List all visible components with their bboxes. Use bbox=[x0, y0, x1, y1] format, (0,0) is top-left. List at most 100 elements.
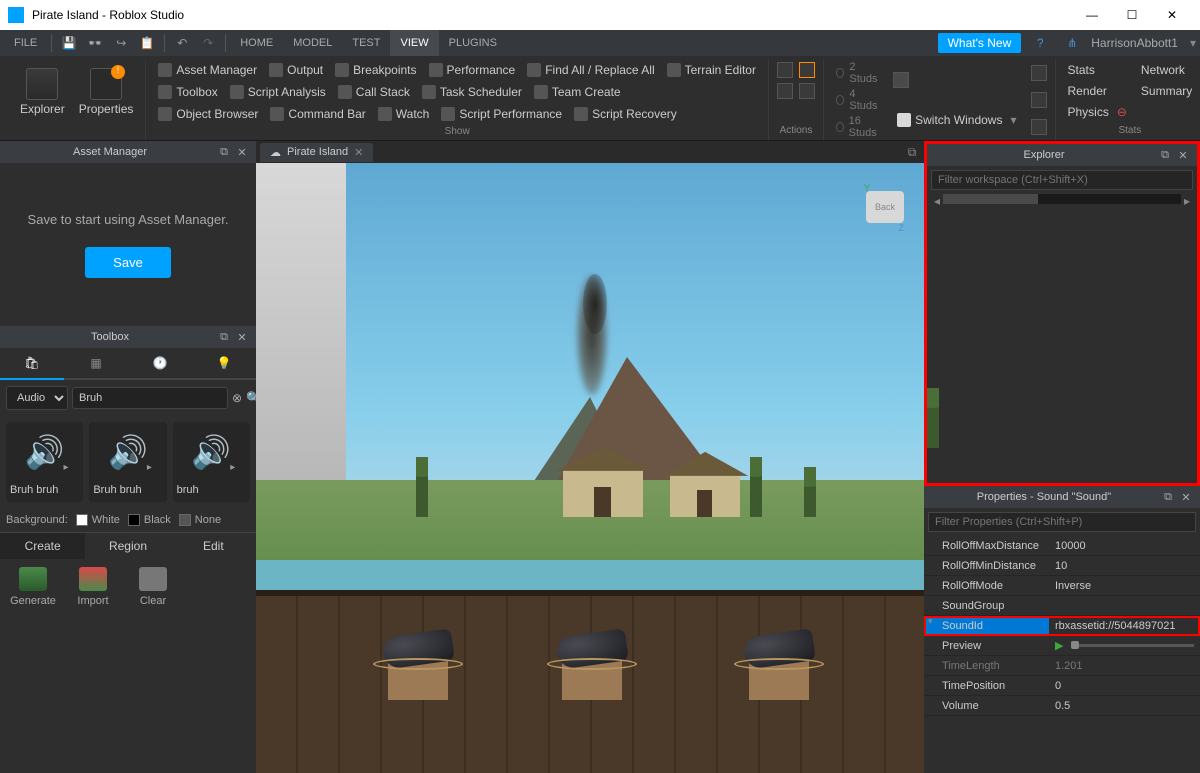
terrain-tab-create[interactable]: Create bbox=[0, 533, 85, 559]
ribbon-script-performance[interactable]: Script Performance bbox=[435, 104, 568, 124]
stat-render[interactable]: Render bbox=[1062, 81, 1133, 101]
ribbon-toolbox[interactable]: Toolbox bbox=[152, 82, 223, 102]
prop-rolloffmaxdistance[interactable]: RollOffMaxDistance10000 bbox=[924, 536, 1200, 556]
ribbon-task-scheduler[interactable]: Task Scheduler bbox=[416, 82, 528, 102]
view-gizmo[interactable]: Back Y Z bbox=[844, 183, 904, 243]
toolbox-tab-marketplace[interactable]: 🛍 bbox=[0, 348, 64, 380]
category-select[interactable]: Audio bbox=[6, 386, 68, 410]
prop-timelength[interactable]: TimeLength1.201 bbox=[924, 656, 1200, 676]
toolbox-asset-card[interactable]: 🔊bruh bbox=[173, 422, 250, 502]
viewport-tab[interactable]: ☁ Pirate Island ✕ bbox=[260, 143, 373, 162]
viewport-split-icon[interactable]: ⧉ bbox=[900, 141, 924, 163]
toolbox-asset-card[interactable]: 🔊Bruh bruh bbox=[6, 422, 83, 502]
close-panel-icon[interactable]: ✕ bbox=[234, 329, 250, 345]
search-input[interactable] bbox=[72, 387, 228, 409]
explorer-tree[interactable]: ▾WorkspaceCameraTerrain▸SpawnLocation▸At… bbox=[927, 388, 939, 448]
toolbox-tab-recent[interactable]: 🕐 bbox=[128, 348, 192, 378]
prop-volume[interactable]: Volume0.5 bbox=[924, 696, 1200, 716]
username[interactable]: HarrisonAbbott1 bbox=[1091, 36, 1178, 50]
prop-soundid[interactable]: ▾SoundIdrbxassetid://5044897021 bbox=[924, 616, 1200, 636]
stat-summary[interactable]: Summary bbox=[1135, 81, 1198, 101]
ribbon-terrain-editor[interactable]: Terrain Editor bbox=[661, 60, 762, 80]
studs-16-studs[interactable]: 16 Studs bbox=[830, 114, 885, 140]
terrain-tab-region[interactable]: Region bbox=[85, 533, 170, 559]
tree-node-camera[interactable]: Camera bbox=[927, 408, 939, 426]
ribbon-properties[interactable]: ! Properties bbox=[73, 60, 140, 123]
ribbon-team-create[interactable]: Team Create bbox=[528, 82, 627, 102]
setting-icon-2[interactable] bbox=[1031, 92, 1047, 108]
action-4[interactable] bbox=[799, 83, 815, 99]
toolbox-tab-creations[interactable]: 💡 bbox=[192, 348, 256, 378]
close-panel-icon[interactable]: ✕ bbox=[1175, 147, 1191, 163]
ribbon-object-browser[interactable]: Object Browser bbox=[152, 104, 264, 124]
ribbon-explorer[interactable]: Explorer bbox=[14, 60, 71, 123]
action-3[interactable] bbox=[799, 62, 815, 78]
explorer-filter-input[interactable] bbox=[931, 170, 1193, 190]
menu-file[interactable]: FILE bbox=[4, 30, 47, 56]
h-scrollbar[interactable] bbox=[943, 194, 1181, 204]
viewport-3d[interactable]: Back Y Z bbox=[256, 163, 924, 773]
bg-white[interactable]: White bbox=[76, 514, 120, 526]
action-1[interactable] bbox=[777, 62, 793, 78]
ribbon-script-recovery[interactable]: Script Recovery bbox=[568, 104, 683, 124]
menu-tab-home[interactable]: HOME bbox=[230, 30, 283, 56]
ribbon-script-analysis[interactable]: Script Analysis bbox=[224, 82, 332, 102]
save-icon[interactable]: 💾 bbox=[60, 34, 78, 52]
toolbox-tab-inventory[interactable]: ▦ bbox=[64, 348, 128, 378]
minimize-button[interactable]: — bbox=[1072, 0, 1112, 30]
ribbon-find-all-replace-all[interactable]: Find All / Replace All bbox=[521, 60, 660, 80]
ribbon-command-bar[interactable]: Command Bar bbox=[264, 104, 371, 124]
terrain-generate[interactable]: Generate bbox=[8, 567, 58, 607]
prop-timeposition[interactable]: TimePosition0 bbox=[924, 676, 1200, 696]
tree-node-workspace[interactable]: ▾Workspace bbox=[927, 390, 939, 408]
ribbon-breakpoints[interactable]: Breakpoints bbox=[329, 60, 422, 80]
binoculars-icon[interactable]: 👓 bbox=[86, 34, 104, 52]
prop-rolloffmode[interactable]: RollOffModeInverse bbox=[924, 576, 1200, 596]
undock-icon[interactable]: ⧉ bbox=[1160, 489, 1176, 505]
ribbon-watch[interactable]: Watch bbox=[372, 104, 436, 124]
switch-windows[interactable]: Switch Windows ▾ bbox=[891, 110, 1022, 130]
menu-tab-test[interactable]: TEST bbox=[342, 30, 390, 56]
ribbon-performance[interactable]: Performance bbox=[423, 60, 522, 80]
maximize-button[interactable]: ☐ bbox=[1112, 0, 1152, 30]
action-2[interactable] bbox=[777, 83, 793, 99]
close-tab-icon[interactable]: ✕ bbox=[354, 146, 363, 159]
undock-icon[interactable]: ⧉ bbox=[216, 329, 232, 345]
setting-icon-3[interactable] bbox=[1031, 119, 1047, 135]
help-icon[interactable]: ? bbox=[1031, 34, 1049, 52]
prop-preview[interactable]: Preview▶ bbox=[924, 636, 1200, 656]
toolbox-asset-card[interactable]: 🔊Bruh bruh bbox=[89, 422, 166, 502]
menu-tab-model[interactable]: MODEL bbox=[283, 30, 342, 56]
ribbon-asset-manager[interactable]: Asset Manager bbox=[152, 60, 263, 80]
grid-icon[interactable] bbox=[893, 72, 909, 88]
terrain-tab-edit[interactable]: Edit bbox=[171, 533, 256, 559]
ribbon-call-stack[interactable]: Call Stack bbox=[332, 82, 416, 102]
menu-tab-plugins[interactable]: PLUGINS bbox=[439, 30, 507, 56]
studs-4-studs[interactable]: 4 Studs bbox=[830, 87, 885, 113]
properties-filter-input[interactable] bbox=[928, 512, 1196, 532]
whats-new-button[interactable]: What's New bbox=[938, 33, 1022, 53]
undo-icon[interactable]: ↶ bbox=[173, 34, 191, 52]
ribbon-output[interactable]: Output bbox=[263, 60, 329, 80]
bg-none[interactable]: None bbox=[179, 514, 221, 526]
menu-tab-view[interactable]: VIEW bbox=[390, 30, 438, 56]
clear-icon[interactable]: ⊗ bbox=[232, 387, 242, 409]
paste-icon[interactable]: 📋 bbox=[138, 34, 156, 52]
bg-black[interactable]: Black bbox=[128, 514, 171, 526]
terrain-import[interactable]: Import bbox=[68, 567, 118, 607]
close-panel-icon[interactable]: ✕ bbox=[1178, 489, 1194, 505]
close-button[interactable]: ✕ bbox=[1152, 0, 1192, 30]
redo2-icon[interactable]: ↷ bbox=[199, 34, 217, 52]
prop-soundgroup[interactable]: SoundGroup bbox=[924, 596, 1200, 616]
undock-icon[interactable]: ⧉ bbox=[216, 144, 232, 160]
terrain-clear[interactable]: Clear bbox=[128, 567, 178, 607]
share-icon[interactable]: ⋔ bbox=[1063, 34, 1081, 52]
close-panel-icon[interactable]: ✕ bbox=[234, 144, 250, 160]
undock-icon[interactable]: ⧉ bbox=[1157, 147, 1173, 163]
tree-node-terrain[interactable]: Terrain bbox=[927, 426, 939, 444]
studs-2-studs[interactable]: 2 Studs bbox=[830, 60, 885, 86]
redo-icon[interactable]: ↪ bbox=[112, 34, 130, 52]
stat-stats[interactable]: Stats bbox=[1062, 60, 1133, 80]
prop-rolloffmindistance[interactable]: RollOffMinDistance10 bbox=[924, 556, 1200, 576]
tree-node-spawnlocation[interactable]: ▸SpawnLocation bbox=[927, 444, 939, 448]
